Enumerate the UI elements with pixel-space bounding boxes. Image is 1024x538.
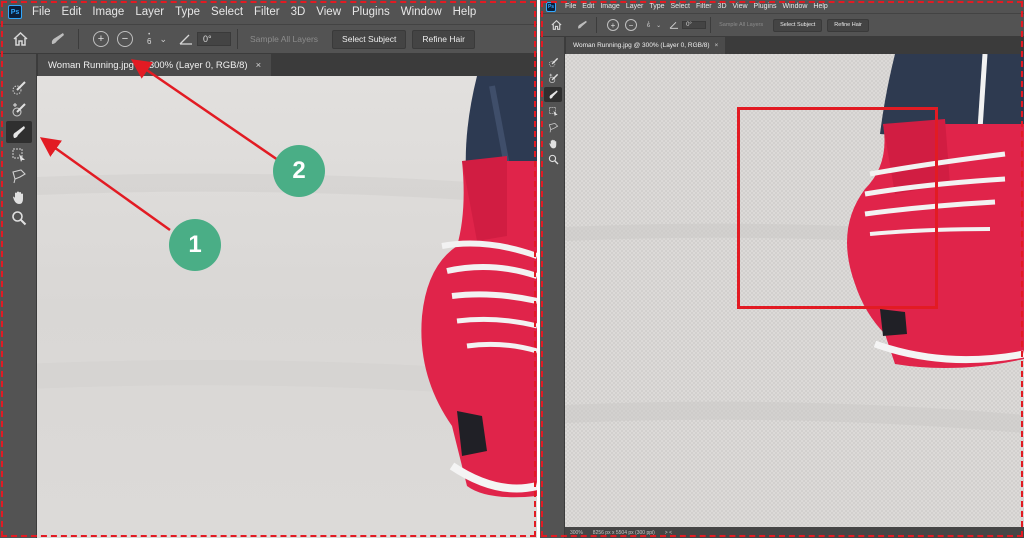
add-to-selection-icon[interactable]: + bbox=[607, 19, 619, 31]
photoshop-logo-icon: Ps bbox=[8, 5, 22, 19]
subtract-from-selection-icon[interactable]: − bbox=[625, 19, 637, 31]
lasso-tool-icon[interactable] bbox=[8, 166, 30, 186]
menu-window[interactable]: Window bbox=[401, 6, 442, 18]
menu-view[interactable]: View bbox=[733, 3, 748, 10]
sample-all-layers-checkbox[interactable]: Sample All Layers bbox=[250, 34, 318, 44]
right-screenshot-panel: Ps File Edit Image Layer Type Select Fil… bbox=[540, 0, 1024, 538]
tools-panel bbox=[0, 54, 37, 538]
tool-preset-brush-icon[interactable] bbox=[44, 32, 72, 46]
options-bar: + − • 6 ⌄ 0° Sample All Layers Select Su… bbox=[0, 24, 537, 54]
angle-icon bbox=[179, 33, 193, 45]
left-screenshot-panel: Ps File Edit Image Layer Type Select Fil… bbox=[0, 0, 537, 538]
add-to-selection-icon[interactable]: + bbox=[93, 31, 109, 47]
annotation-marker-2: 2 bbox=[273, 145, 325, 197]
document-tab[interactable]: Woman Running.jpg @ 300% (Layer 0, RGB/8… bbox=[566, 37, 726, 54]
lasso-tool-icon[interactable] bbox=[545, 120, 561, 134]
menu-edit[interactable]: Edit bbox=[582, 3, 594, 10]
brush-size-picker[interactable]: • 6 bbox=[647, 20, 650, 30]
tools-panel bbox=[540, 37, 565, 538]
brush-size-picker[interactable]: • 6 bbox=[147, 32, 151, 46]
close-icon[interactable]: × bbox=[256, 60, 262, 71]
chevron-down-icon[interactable]: ⌄ bbox=[656, 22, 661, 29]
refine-hair-button[interactable]: Refine Hair bbox=[827, 18, 869, 32]
menu-layer[interactable]: Layer bbox=[135, 6, 164, 18]
menu-filter[interactable]: Filter bbox=[254, 6, 280, 18]
brush-size-value: 6 bbox=[647, 23, 651, 30]
document-tab[interactable]: Woman Running.jpg @ 300% (Layer 0, RGB/8… bbox=[38, 54, 272, 76]
sample-all-layers-checkbox[interactable]: Sample All Layers bbox=[719, 22, 763, 28]
menu-bar: Ps File Edit Image Layer Type Select Fil… bbox=[0, 0, 537, 24]
menu-file[interactable]: File bbox=[32, 6, 51, 18]
document-canvas[interactable] bbox=[37, 76, 537, 538]
refine-hair-button[interactable]: Refine Hair bbox=[412, 29, 475, 49]
hand-tool-icon[interactable] bbox=[8, 187, 30, 207]
menu-help[interactable]: Help bbox=[453, 6, 477, 18]
options-bar: + − • 6 ⌄ 0° Sample All Layers Select Su… bbox=[540, 13, 1024, 37]
angle-icon bbox=[669, 21, 679, 29]
menu-3d[interactable]: 3D bbox=[291, 6, 306, 18]
chevron-down-icon[interactable]: ⌄ bbox=[159, 34, 167, 45]
select-subject-button[interactable]: Select Subject bbox=[332, 29, 407, 49]
menu-select[interactable]: Select bbox=[671, 3, 690, 10]
options-separator bbox=[710, 17, 712, 33]
menu-3d[interactable]: 3D bbox=[718, 3, 727, 10]
document-tab-title: Woman Running.jpg @ 300% (Layer 0, RGB/8… bbox=[48, 59, 248, 71]
quick-selection-tool-icon[interactable] bbox=[545, 55, 561, 69]
quick-selection-tool-icon[interactable] bbox=[8, 78, 30, 98]
refine-edge-brush-tool-icon[interactable] bbox=[6, 121, 32, 143]
menu-edit[interactable]: Edit bbox=[62, 6, 82, 18]
zoom-highlight-box bbox=[737, 107, 938, 309]
menu-layer[interactable]: Layer bbox=[626, 3, 644, 10]
menu-image[interactable]: Image bbox=[92, 6, 124, 18]
menu-file[interactable]: File bbox=[565, 3, 576, 10]
refine-edge-brush-tool-icon[interactable] bbox=[544, 87, 562, 102]
menu-type[interactable]: Type bbox=[175, 6, 200, 18]
menu-type[interactable]: Type bbox=[649, 3, 664, 10]
document-tab-bar: » Woman Running.jpg @ 300% (Layer 0, RGB… bbox=[540, 37, 1024, 54]
angle-field[interactable]: 0° bbox=[682, 21, 707, 29]
photoshop-logo-icon: Ps bbox=[546, 1, 556, 12]
menu-plugins[interactable]: Plugins bbox=[352, 6, 390, 18]
close-icon[interactable]: × bbox=[715, 42, 719, 49]
menu-bar: Ps File Edit Image Layer Type Select Fil… bbox=[540, 0, 1024, 13]
subtract-from-selection-icon[interactable]: − bbox=[117, 31, 133, 47]
options-separator bbox=[78, 29, 79, 49]
status-nav-arrows[interactable]: > < bbox=[665, 530, 672, 536]
menu-plugins[interactable]: Plugins bbox=[754, 3, 777, 10]
brush-size-value: 6 bbox=[147, 37, 152, 46]
angle-field[interactable]: 0° bbox=[197, 32, 231, 46]
document-dimensions[interactable]: 8256 px x 5504 px (300 ppi) bbox=[593, 530, 655, 536]
object-selection-tool-icon[interactable] bbox=[8, 145, 30, 165]
status-bar: 300% 8256 px x 5504 px (300 ppi) > < bbox=[565, 527, 1024, 538]
zoom-tool-icon[interactable] bbox=[8, 208, 30, 228]
tool-preset-brush-icon[interactable] bbox=[572, 20, 592, 30]
menu-filter[interactable]: Filter bbox=[696, 3, 712, 10]
zoom-level[interactable]: 300% bbox=[570, 530, 583, 536]
quick-selection-add-tool-icon[interactable] bbox=[545, 71, 561, 85]
menu-help[interactable]: Help bbox=[813, 3, 827, 10]
document-tab-title: Woman Running.jpg @ 300% (Layer 0, RGB/8… bbox=[573, 42, 710, 49]
menu-window[interactable]: Window bbox=[783, 3, 808, 10]
menu-select[interactable]: Select bbox=[211, 6, 243, 18]
hand-tool-icon[interactable] bbox=[545, 136, 561, 150]
options-separator bbox=[596, 17, 597, 33]
menu-image[interactable]: Image bbox=[600, 3, 619, 10]
document-tab-bar: » Woman Running.jpg @ 300% (Layer 0, RGB… bbox=[0, 54, 537, 76]
annotation-marker-1: 1 bbox=[169, 219, 221, 271]
object-selection-tool-icon[interactable] bbox=[545, 104, 561, 118]
select-subject-button[interactable]: Select Subject bbox=[773, 18, 823, 32]
quick-selection-add-tool-icon[interactable] bbox=[8, 100, 30, 120]
home-icon[interactable] bbox=[546, 20, 566, 30]
options-separator bbox=[237, 29, 238, 49]
home-icon[interactable] bbox=[6, 32, 34, 46]
zoom-tool-icon[interactable] bbox=[545, 152, 561, 166]
menu-view[interactable]: View bbox=[316, 6, 341, 18]
running-shoe-photo bbox=[37, 76, 537, 538]
